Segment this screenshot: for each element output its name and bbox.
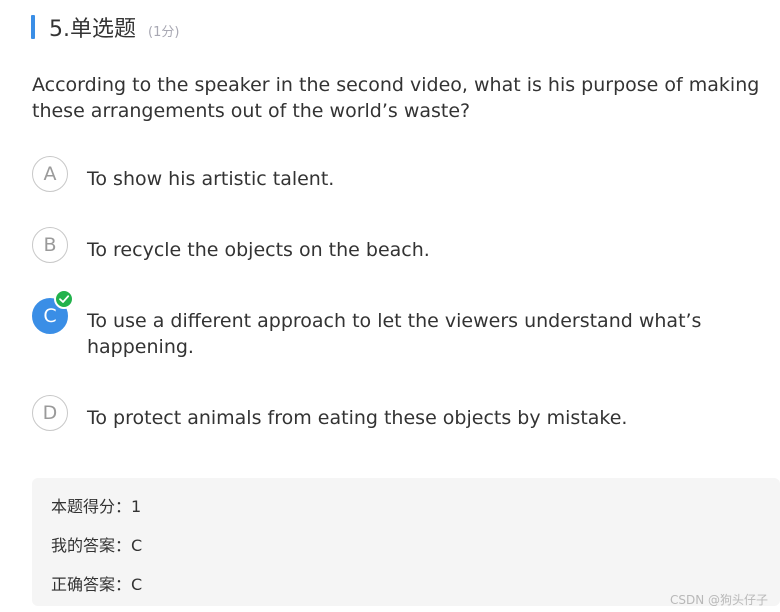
question-header: 5.单选题 (1分)	[31, 12, 179, 42]
csdn-watermark: CSDN @狗头仔子	[669, 593, 768, 607]
option-c[interactable]: C To use a different approach to let the…	[32, 289, 772, 364]
question-title: 5.单选题	[49, 17, 136, 42]
question-score: (1分)	[148, 24, 180, 40]
option-letter-b[interactable]: B	[32, 227, 68, 263]
correct-answer-line: 正确答案：C	[51, 575, 143, 594]
option-b[interactable]: B To recycle the objects on the beach.	[32, 227, 772, 267]
question-text: According to the speaker in the second v…	[32, 74, 760, 122]
title-accent-bar	[31, 15, 35, 39]
option-letter-a[interactable]: A	[32, 156, 68, 192]
option-text-c: To use a different approach to let the v…	[87, 310, 702, 358]
answer-result-panel: 本题得分：1 我的答案：C 正确答案：C	[32, 478, 780, 606]
score-line: 本题得分：1	[51, 497, 142, 516]
option-text-d: To protect animals from eating these obj…	[87, 407, 628, 429]
question-page: 5.单选题 (1分) According to the speaker in t…	[0, 0, 780, 612]
my-answer-line: 我的答案：C	[51, 536, 143, 555]
option-letter-d[interactable]: D	[32, 395, 68, 431]
option-text-a: To show his artistic talent.	[87, 168, 335, 190]
option-a[interactable]: A To show his artistic talent.	[32, 156, 772, 196]
option-d[interactable]: D To protect animals from eating these o…	[32, 395, 772, 435]
correct-check-icon	[54, 289, 74, 309]
option-text-b: To recycle the objects on the beach.	[87, 239, 430, 261]
